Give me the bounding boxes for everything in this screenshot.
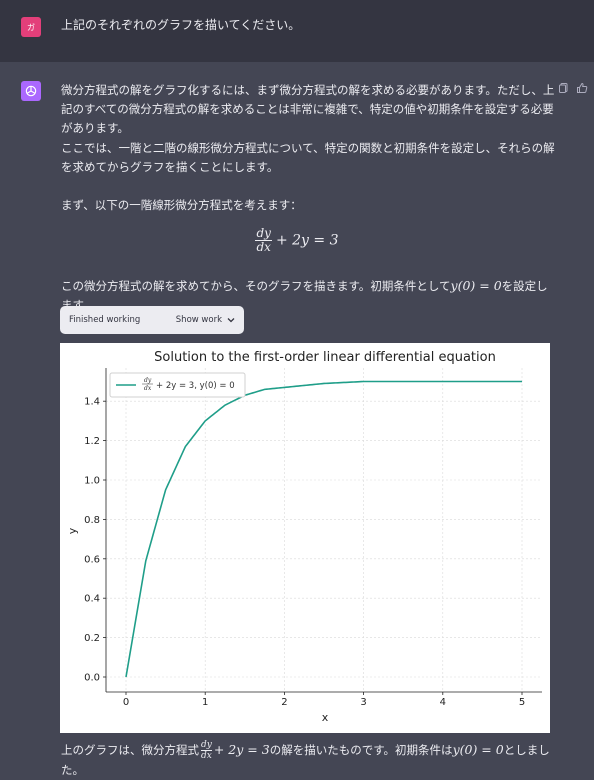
chevron-down-icon	[227, 318, 235, 323]
thumbs-up-icon[interactable]	[576, 82, 588, 94]
chart-image: 0 1 2 3 4 5 0.0 0.2 0.4 0.6 0.8 1.0 1.2 1.4 dy dx + 2…	[60, 343, 550, 733]
openai-logo-icon	[25, 85, 37, 97]
para4-text-a: この微分方程式の解を求めてから、そのグラフを描きます。初期条件として	[61, 279, 451, 293]
legend-frac-num: dy	[144, 377, 152, 384]
equation-fraction: dy dx	[255, 226, 272, 254]
chart-title: Solution to the first-order linear diffe…	[154, 350, 496, 365]
user-avatar: ガ	[21, 17, 41, 37]
y-tick-label: 0.2	[84, 633, 100, 644]
para5-denominator: dx	[201, 751, 212, 761]
para5-text-b: の解を描いたものです。初期条件は	[269, 743, 453, 757]
para5-fraction: dy dx	[201, 740, 212, 761]
equation-rest: + 2y = 3	[275, 232, 339, 249]
message-actions	[558, 82, 588, 94]
show-work-label: Show work	[175, 315, 222, 325]
x-tick-label: 4	[440, 697, 446, 708]
work-status-label: Finished working	[69, 315, 141, 325]
user-message-row: ガ 上記のそれぞれのグラフを描いてください。	[0, 0, 594, 62]
equation-numerator: dy	[255, 226, 272, 241]
copy-icon[interactable]	[558, 82, 570, 94]
x-tick-label: 5	[519, 697, 525, 708]
x-tick-label: 1	[202, 697, 208, 708]
assistant-paragraph-5: 上のグラフは、微分方程式 dy dx + 2y = 3の解を描いたものです。初期条件は…	[61, 740, 559, 780]
para4-math: y(0) = 0	[450, 278, 502, 293]
solution-chart: 0 1 2 3 4 5 0.0 0.2 0.4 0.6 0.8 1.0 1.2 1.4 dy dx + 2…	[66, 350, 542, 724]
assistant-paragraph-3: まず、以下の一階線形微分方程式を考えます：	[61, 198, 302, 212]
equation-display: dy dx + 2y = 3	[0, 227, 594, 254]
equation-denominator: dx	[256, 240, 271, 254]
para5-math: y(0) = 0	[452, 742, 504, 757]
x-tick-label: 0	[123, 697, 129, 708]
legend-frac-den: dx	[144, 385, 152, 392]
para5-equation: + 2y = 3	[213, 742, 270, 757]
x-axis-label: x	[322, 711, 329, 724]
y-tick-label: 0.8	[84, 515, 100, 526]
x-tick-label: 3	[360, 697, 366, 708]
y-tick-label: 1.2	[84, 436, 100, 447]
y-axis-label: y	[66, 527, 79, 534]
x-tick-label: 2	[281, 697, 287, 708]
para5-text-a: 上のグラフは、微分方程式	[61, 743, 199, 757]
para5-numerator: dy	[201, 740, 212, 751]
series-line	[125, 380, 522, 678]
assistant-paragraph-1: 微分方程式の解をグラフ化するには、まず微分方程式の解を求める必要があります。ただ…	[61, 83, 555, 135]
legend-label: + 2y = 3, y(0) = 0	[156, 381, 235, 391]
y-tick-label: 0.6	[84, 554, 100, 565]
user-message-text: 上記のそれぞれのグラフを描いてください。	[61, 18, 301, 32]
y-tick-label: 1.0	[84, 476, 100, 487]
assistant-paragraph-2: ここでは、一階と二階の線形微分方程式について、特定の関数と初期条件を設定し、それ…	[61, 141, 555, 174]
show-work-button[interactable]: Show work	[176, 315, 235, 325]
y-tick-label: 0.0	[84, 673, 100, 684]
y-tick-label: 0.4	[84, 594, 100, 605]
finished-working-panel: Finished working Show work	[60, 306, 244, 334]
y-tick-label: 1.4	[84, 397, 100, 408]
assistant-avatar	[21, 81, 41, 101]
